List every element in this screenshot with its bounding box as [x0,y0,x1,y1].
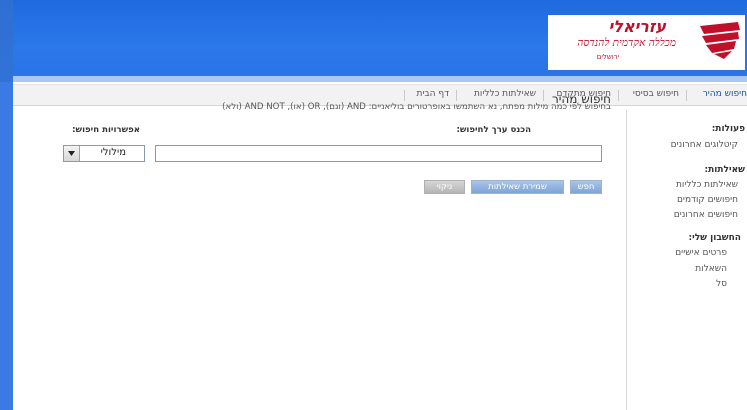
left-edge-strip-lower [0,82,13,410]
college-logo[interactable]: עזריאלי מכללה אקדמית להנדסה ירושלים [548,15,745,70]
nav-separator [404,90,405,101]
sidebar-heading-queries: שאילתות: [704,165,745,175]
nav-tab-home[interactable]: דף הבית [416,89,449,99]
search-option-value: מילולי [100,147,126,158]
sidebar-link-basket[interactable]: סל [716,279,727,289]
search-option-select[interactable]: מילולי [63,145,145,162]
logo-emblem-icon [700,22,740,59]
search-instructions: בחיפוש לפי כמה מילות מפתח, נא השתמשו באו… [222,102,611,112]
nav-separator [456,90,457,101]
nav-separator [543,90,544,101]
logo-city: ירושלים [596,53,620,61]
chevron-down-icon[interactable] [64,146,80,161]
nav-separator [686,90,687,101]
header-divider [13,76,747,82]
nav-tab-general-queries[interactable]: שאילתות כלליות [474,89,536,99]
sidebar-link-recent-searches[interactable]: חיפושים אחרונים [674,210,738,220]
sidebar-link-personal-details[interactable]: פרטים אישיים [675,248,727,258]
search-options-label: אפשרויות חיפוש: [72,125,140,135]
page: עזריאלי מכללה אקדמית להנדסה ירושלים חיפו… [0,0,747,410]
sidebar-heading-actions: פעולות: [711,124,745,134]
logo-title: עזריאלי [608,17,666,36]
logo-subtitle: מכללה אקדמית להנדסה [577,37,676,49]
nav-tab-basic-search[interactable]: חיפוש בסיסי [633,89,679,99]
sidebar-link-recent-catalogs[interactable]: קיטלוגים אחרונים [671,140,738,150]
search-button[interactable]: חפש [570,180,602,194]
search-input-label: הכנס ערך לחיפוש: [456,125,531,135]
nav-separator [618,90,619,101]
sidebar-link-previous-searches[interactable]: חיפושים קודמים [677,195,738,205]
nav-tab-quick-search[interactable]: חיפוש מהיר [703,89,747,99]
sidebar-link-general-queries[interactable]: שאילתות כלליות [676,180,738,190]
sidebar-divider [626,110,627,410]
sidebar-link-loans[interactable]: השאלות [695,264,727,274]
sidebar-heading-account: החשבון שלי: [688,233,741,243]
save-query-button[interactable]: שמירת שאילתות [471,180,564,194]
search-input[interactable] [155,145,602,162]
clear-button[interactable]: ניקוי [424,180,465,194]
